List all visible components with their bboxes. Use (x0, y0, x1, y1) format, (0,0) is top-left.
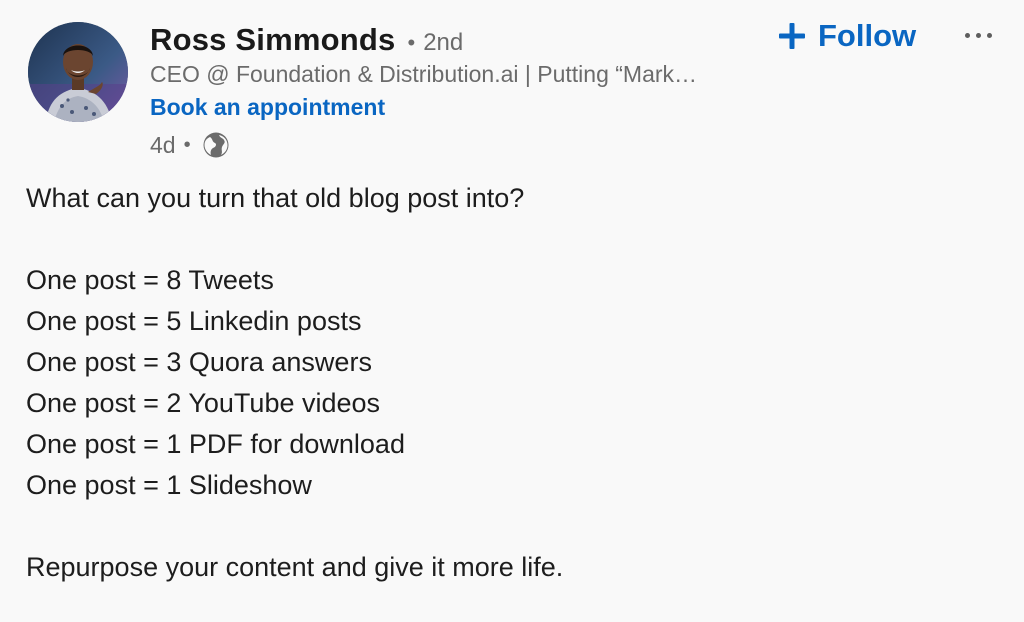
post-meta: 4d • (150, 130, 231, 160)
post-body: What can you turn that old blog post int… (26, 178, 986, 588)
connection-degree: 2nd (423, 29, 464, 56)
more-horizontal-icon[interactable] (956, 22, 1000, 48)
author-headline: CEO @ Foundation & Distribution.ai | Put… (150, 61, 698, 87)
feed-post: Ross Simmonds • 2nd CEO @ Foundation & D… (0, 0, 1024, 622)
globe-icon (203, 132, 229, 158)
avatar-image (28, 22, 128, 122)
post-line: One post = 3 Quora answers (26, 347, 372, 377)
author-avatar[interactable] (28, 22, 128, 122)
post-line: One post = 1 PDF for download (26, 429, 405, 459)
book-appointment-link[interactable]: Book an appointment (150, 94, 385, 121)
post-line (26, 219, 986, 260)
post-line: One post = 5 Linkedin posts (26, 306, 362, 336)
degree-separator: • (407, 30, 416, 55)
post-timestamp: 4d (150, 131, 176, 158)
post-line: One post = 1 Slideshow (26, 470, 312, 500)
post-line (26, 506, 986, 547)
follow-button[interactable]: Follow (778, 14, 916, 58)
follow-label: Follow (818, 18, 917, 53)
post-line: Repurpose your content and give it more … (26, 552, 564, 582)
author-name-row: Ross Simmonds • 2nd (150, 22, 463, 58)
meta-separator: • (183, 133, 191, 156)
plus-icon (779, 23, 805, 49)
post-line: One post = 2 YouTube videos (26, 388, 381, 418)
post-line: One post = 8 Tweets (26, 265, 274, 295)
post-line: What can you turn that old blog post int… (26, 183, 525, 213)
author-name[interactable]: Ross Simmonds (150, 22, 395, 58)
